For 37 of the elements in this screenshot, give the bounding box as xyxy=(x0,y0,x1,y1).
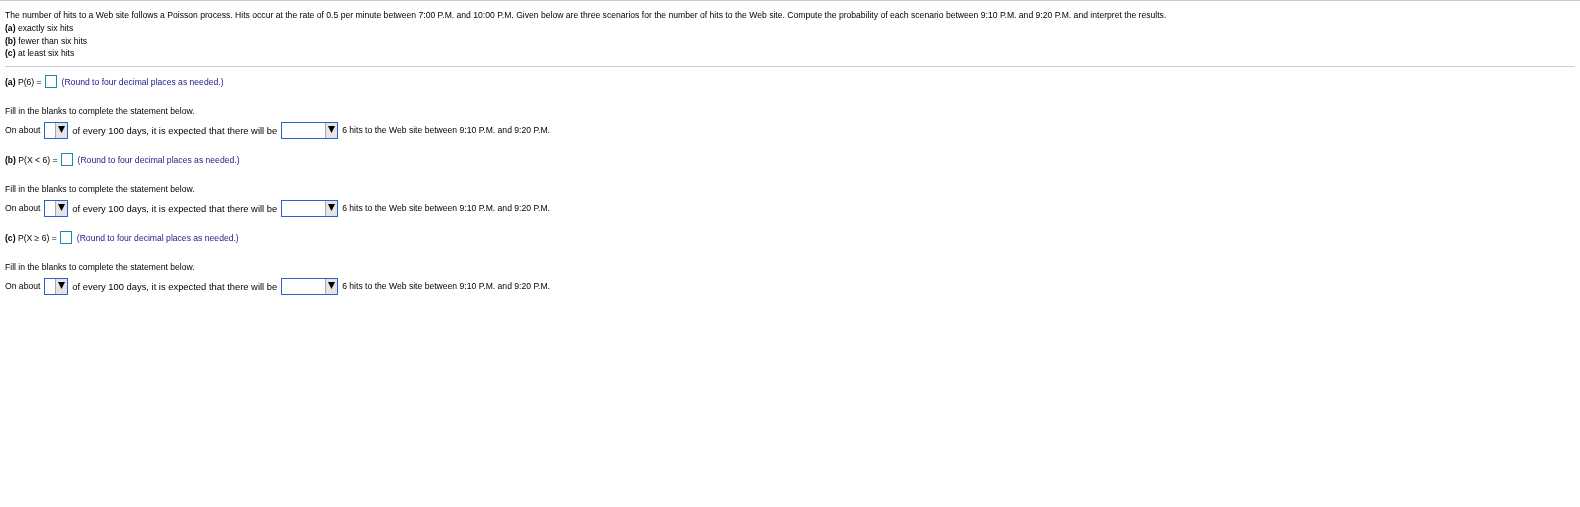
dropdown[interactable] xyxy=(44,121,69,139)
dropdown[interactable] xyxy=(44,277,69,295)
caret-icon xyxy=(55,200,68,216)
instruction-text: Fill in the blanks to complete the statement below. xyxy=(5,182,196,196)
statement-text: On about xyxy=(5,125,41,135)
caret-icon xyxy=(325,278,338,294)
probability-label: (c) P(X ≥ 6) = xyxy=(5,232,57,243)
probability-label: (a) P(6) = xyxy=(5,76,42,87)
caret-icon xyxy=(325,122,338,138)
dropdown[interactable] xyxy=(281,277,339,295)
caret-icon xyxy=(325,200,338,216)
rounding-hint: (Round to four decimal places as needed.) xyxy=(77,154,240,165)
probability-label: (b) P(X < 6) = xyxy=(5,154,58,165)
rounding-hint: (Round to four decimal places as needed.) xyxy=(61,76,224,87)
instruction-text: Fill in the blanks to complete the statement below. xyxy=(5,104,196,118)
statement-text: On about xyxy=(5,281,41,291)
answer-box[interactable] xyxy=(44,75,57,88)
instruction-text: Fill in the blanks to complete the statement below. xyxy=(5,260,196,274)
dropdown[interactable] xyxy=(281,121,339,139)
caret-icon xyxy=(55,278,68,294)
answer-box[interactable] xyxy=(59,231,72,244)
statement-text: of every 100 days, it is expected that there will be xyxy=(72,124,278,136)
statement-text: of every 100 days, it is expected that there will be xyxy=(72,280,278,292)
dropdown[interactable] xyxy=(281,199,339,217)
statement-text: of every 100 days, it is expected that there will be xyxy=(72,202,278,214)
caret-icon xyxy=(55,122,68,138)
statement-text: 6 hits to the Web site between 9:10 P.M. and 9:20 P.M. xyxy=(342,281,550,291)
scenario-item: (c) at least six hits xyxy=(5,47,76,60)
question-text: The number of hits to a Web site follows a Poisson process. Hits occur at the rate of 0.5 per minute between 7:00 P.M. and 10:00 P.M. Given below are three scenarios for the number of hits to the Web site. Compute the probability of each scenario between 9:10 P.M. and 9:20 P.M. and interpret the results. xyxy=(5,9,1168,22)
scenario-item: (b) fewer than six hits xyxy=(5,34,89,47)
scenario-item: (a) exactly six hits xyxy=(5,22,75,35)
statement-text: On about xyxy=(5,203,41,213)
dropdown[interactable] xyxy=(44,199,69,217)
answer-box[interactable] xyxy=(60,153,73,166)
rounding-hint: (Round to four decimal places as needed.) xyxy=(76,232,239,243)
statement-text: 6 hits to the Web site between 9:10 P.M. and 9:20 P.M. xyxy=(342,203,550,213)
statement-text: 6 hits to the Web site between 9:10 P.M. and 9:20 P.M. xyxy=(342,125,550,135)
